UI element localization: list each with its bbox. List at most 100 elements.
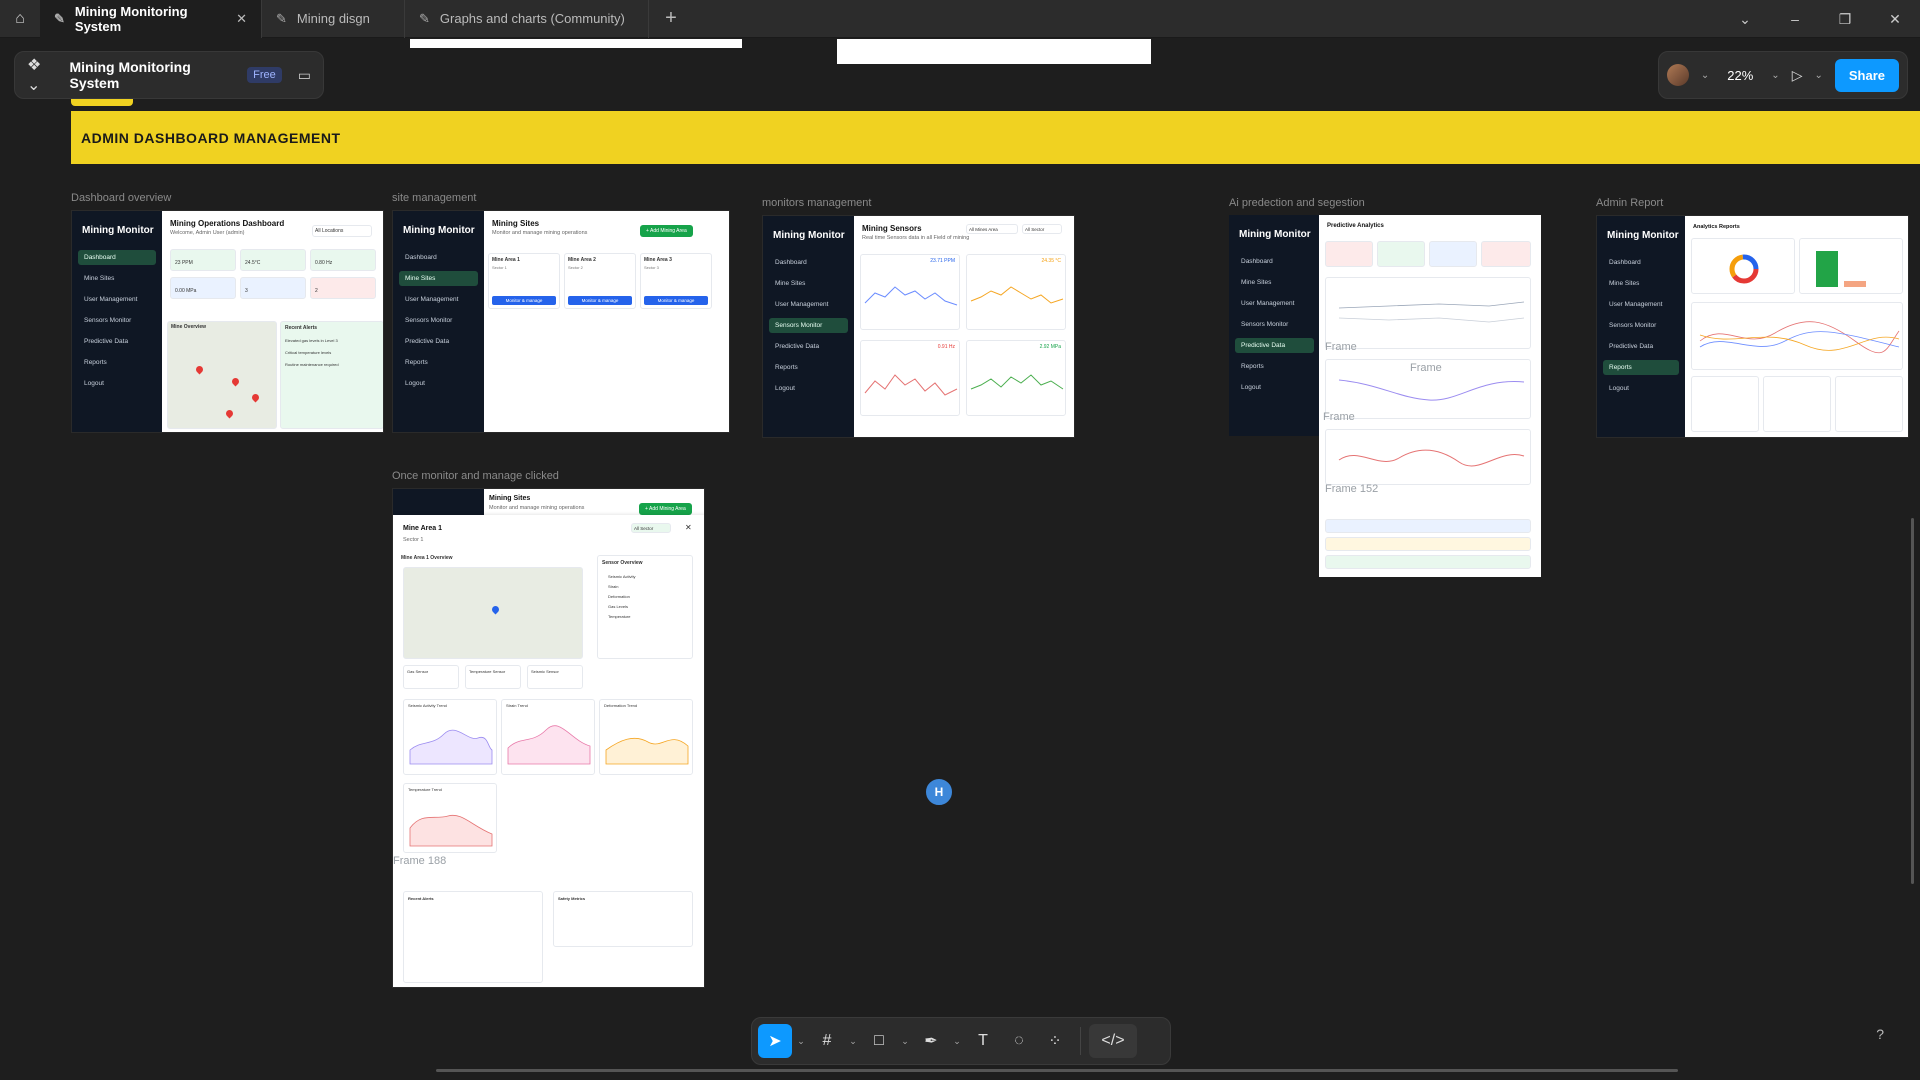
stat-card: 0.80 Hz bbox=[310, 249, 376, 271]
sensors-content: Mining Sensors Real time Sensors data in… bbox=[854, 216, 1074, 437]
sidebar-brand: Mining Monitor bbox=[403, 225, 475, 236]
dev-mode-icon[interactable]: </> bbox=[1089, 1024, 1137, 1058]
comment-tool-icon[interactable]: ◌ bbox=[1002, 1024, 1036, 1058]
frame-label[interactable]: Once monitor and manage clicked bbox=[392, 470, 559, 482]
actions-tool-icon[interactable]: ⁘ bbox=[1038, 1024, 1072, 1058]
frame-label[interactable]: Dashboard overview bbox=[71, 192, 171, 204]
map-pin-icon bbox=[194, 364, 205, 375]
present-icon[interactable]: ▷ bbox=[1792, 67, 1803, 84]
frame-monitor-clicked[interactable]: Mining Sites Monitor and manage mining o… bbox=[392, 488, 705, 988]
figma-menu-icon[interactable]: ❖ ⌄ bbox=[27, 55, 57, 95]
sensor-trend-card bbox=[1691, 302, 1903, 370]
sidebar-item-reports: Reports bbox=[405, 359, 428, 366]
bar bbox=[1844, 281, 1866, 287]
location-value: All Locations bbox=[315, 228, 344, 234]
area-name: Mine Area 2 bbox=[568, 257, 596, 263]
restore-icon[interactable]: ❐ bbox=[1820, 0, 1870, 38]
sector-filter: All Sector bbox=[1022, 224, 1062, 234]
chevron-down-icon[interactable]: ⌄ bbox=[1720, 0, 1770, 38]
file-header: ❖ ⌄ Mining Monitoring System Free ▭ bbox=[14, 51, 324, 99]
sensor-card: Temperature Sensor bbox=[465, 665, 521, 689]
chart-title: Temperature Trend bbox=[408, 787, 442, 792]
chevron-down-icon[interactable]: ⌄ bbox=[846, 1036, 860, 1047]
stat-value: 2 bbox=[315, 288, 318, 294]
alert-item: Critical temperature levels bbox=[285, 350, 332, 355]
sensor-item: Temperature bbox=[608, 614, 631, 619]
move-tool-icon[interactable]: ➤ bbox=[758, 1024, 792, 1058]
area-sector: Sector 3 bbox=[644, 265, 659, 270]
sensor-item: Gas Levels bbox=[608, 604, 629, 609]
tab-mining-monitoring[interactable]: ✎ Mining Monitoring System ✕ bbox=[40, 0, 262, 38]
page-title: Predictive Analytics bbox=[1327, 223, 1384, 229]
frame-edge bbox=[410, 39, 742, 48]
map-pin-icon bbox=[224, 408, 235, 419]
map-pin-icon bbox=[230, 376, 241, 387]
frame-label[interactable]: site management bbox=[392, 192, 476, 204]
page-title: Analytics Reports bbox=[1693, 224, 1740, 230]
chevron-down-icon[interactable]: ⌄ bbox=[1701, 70, 1709, 81]
close-window-icon[interactable]: ✕ bbox=[1870, 0, 1920, 38]
frame-monitors-management[interactable]: Mining Monitor Dashboard Mine Sites User… bbox=[762, 215, 1075, 438]
home-icon[interactable]: ⌂ bbox=[0, 0, 40, 38]
page-subtitle: Real time Sensors data in all Field of m… bbox=[862, 235, 970, 241]
pen-tool-icon[interactable]: ✒ bbox=[914, 1024, 948, 1058]
stat-value: 23 PPM bbox=[175, 260, 193, 266]
vertical-scrollbar[interactable] bbox=[1911, 518, 1914, 884]
sidebar-item-predictive: Predictive Data bbox=[405, 338, 450, 345]
add-mining-area-button: + Add Mining Area bbox=[639, 503, 692, 515]
sidebar-item-logout: Logout bbox=[1241, 384, 1261, 391]
rectangle-tool-icon[interactable]: □ bbox=[862, 1024, 896, 1058]
sidebar: Mining Monitor Dashboard Mine Sites User… bbox=[1597, 216, 1685, 437]
temperature-chart: 24.35 °C bbox=[966, 254, 1066, 330]
file-name[interactable]: Mining Monitoring System bbox=[69, 59, 235, 91]
design-canvas[interactable] bbox=[0, 39, 1920, 1080]
plan-badge[interactable]: Free bbox=[247, 67, 282, 83]
sidebar-item-reports: Reports bbox=[1241, 363, 1264, 370]
horizontal-scrollbar[interactable] bbox=[436, 1069, 1678, 1072]
toggle-panel-icon[interactable]: ▭ bbox=[298, 67, 311, 84]
page-subtitle: Monitor and manage mining operations bbox=[489, 505, 585, 511]
frame-ghost-label: Frame 188 bbox=[393, 855, 447, 867]
dashboard-content: Mining Operations Dashboard Welcome, Adm… bbox=[162, 211, 383, 432]
share-button[interactable]: Share bbox=[1834, 58, 1899, 92]
tab-graphs-charts[interactable]: ✎ Graphs and charts (Community) bbox=[405, 0, 649, 38]
frame-label[interactable]: Ai predection and segestion bbox=[1229, 197, 1365, 209]
tab-label: Mining Monitoring System bbox=[74, 3, 188, 34]
stat-card: 3 bbox=[240, 277, 306, 299]
tab-mining-disgn[interactable]: ✎ Mining disgn bbox=[262, 0, 405, 38]
sidebar-item-logout: Logout bbox=[1609, 385, 1629, 392]
sidebar-brand: Mining Monitor bbox=[1239, 229, 1311, 240]
stat-card: 0.00 MPa bbox=[170, 277, 236, 299]
stat-card: 2 bbox=[310, 277, 376, 299]
frame-tool-icon[interactable]: # bbox=[810, 1024, 844, 1058]
sidebar-item-users: User Management bbox=[1609, 301, 1663, 308]
minimize-icon[interactable]: – bbox=[1770, 0, 1820, 38]
chevron-down-icon[interactable]: ⌄ bbox=[1771, 70, 1779, 81]
close-icon[interactable]: ✕ bbox=[236, 11, 247, 27]
temperature-trend-chart bbox=[409, 814, 493, 847]
text-tool-icon[interactable]: T bbox=[966, 1024, 1000, 1058]
zoom-level[interactable]: 22% bbox=[1721, 68, 1759, 83]
stat-value: 0.00 MPa bbox=[175, 288, 197, 294]
sidebar-item-predictive: Predictive Data bbox=[1235, 338, 1314, 353]
sidebar-item-reports: Reports bbox=[1603, 360, 1679, 375]
sidebar-item-reports: Reports bbox=[775, 364, 798, 371]
frame-admin-report[interactable]: Mining Monitor Dashboard Mine Sites User… bbox=[1596, 215, 1909, 438]
help-icon[interactable]: ? bbox=[1876, 1026, 1884, 1042]
frame-site-management[interactable]: Mining Monitor Dashboard Mine Sites User… bbox=[392, 210, 730, 433]
alerts-title: Recent Alerts bbox=[285, 325, 318, 331]
chevron-down-icon[interactable]: ⌄ bbox=[898, 1036, 912, 1047]
frame-dashboard-overview[interactable]: Mining Monitor Dashboard Mine Sites User… bbox=[71, 210, 384, 433]
avatar[interactable] bbox=[1666, 64, 1689, 86]
frame-ai-prediction[interactable]: Mining Monitor Dashboard Mine Sites User… bbox=[1229, 215, 1541, 577]
chevron-down-icon[interactable]: ⌄ bbox=[1814, 70, 1822, 81]
new-tab-button[interactable]: + bbox=[649, 7, 693, 30]
sidebar-item-dashboard: Dashboard bbox=[78, 250, 156, 265]
chart-title: Strain Trend bbox=[506, 703, 528, 708]
frame-ghost-label: Frame bbox=[1325, 341, 1357, 353]
frame-label[interactable]: monitors management bbox=[762, 197, 871, 209]
section-banner[interactable]: ADMIN DASHBOARD MANAGEMENT bbox=[71, 111, 1920, 164]
frame-label[interactable]: Admin Report bbox=[1596, 197, 1663, 209]
chevron-down-icon[interactable]: ⌄ bbox=[950, 1036, 964, 1047]
chevron-down-icon[interactable]: ⌄ bbox=[794, 1036, 808, 1047]
